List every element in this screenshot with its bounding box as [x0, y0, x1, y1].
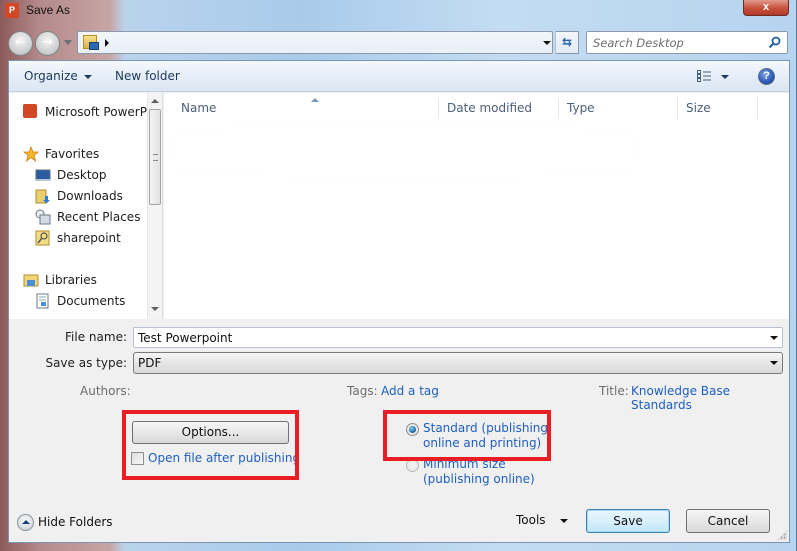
title-label: Title:	[599, 384, 629, 398]
redacted-file-area	[176, 125, 632, 177]
new-folder-button[interactable]: New folder	[115, 69, 180, 83]
powerpoint-app-icon: P	[5, 3, 19, 18]
scroll-up-arrow-icon[interactable]	[151, 99, 159, 103]
back-arrow-icon: ←	[15, 35, 26, 50]
tools-label: Tools	[516, 513, 546, 527]
address-history-dropdown[interactable]	[539, 31, 555, 54]
radio-minimum-size-label[interactable]: Minimum size (publishing online)	[423, 457, 535, 487]
window-title: Save As	[26, 3, 71, 17]
save-as-type-value: PDF	[138, 356, 162, 370]
column-header-name[interactable]: Name	[173, 97, 439, 119]
search-input[interactable]	[593, 35, 763, 50]
save-as-dialog: Organize New folder ? Microsoft PowerPo …	[8, 60, 790, 543]
tools-menu[interactable]: Tools	[516, 513, 568, 527]
refresh-icon: ⇆	[561, 35, 573, 49]
filename-label: File name:	[65, 330, 127, 344]
help-icon[interactable]: ?	[758, 68, 775, 85]
save-as-type-select[interactable]: PDF	[133, 352, 783, 374]
chevron-down-icon[interactable]	[770, 336, 778, 340]
navigation-pane-scrollbar[interactable]	[147, 93, 162, 319]
title-bar: P Save As x	[0, 0, 797, 26]
documents-icon	[36, 293, 49, 309]
add-tag-link[interactable]: Add a tag	[381, 384, 439, 398]
save-button[interactable]: Save	[586, 509, 670, 533]
back-button[interactable]: ←	[8, 31, 33, 56]
chevron-down-icon	[559, 518, 568, 523]
search-icon[interactable]	[768, 36, 781, 49]
file-list[interactable]: Name Date modified Type Size	[164, 93, 789, 319]
navigation-pane: Microsoft PowerPo Favorites Desktop Down…	[9, 93, 163, 319]
sharepoint-icon	[35, 230, 50, 246]
desktop-folder-icon	[83, 35, 99, 50]
organize-label: Organize	[24, 69, 78, 83]
column-header-type[interactable]: Type	[559, 97, 678, 119]
recent-places-icon	[35, 209, 51, 225]
downloads-folder-icon	[35, 189, 50, 204]
forward-arrow-icon: →	[42, 35, 53, 50]
tags-label: Tags:	[347, 384, 378, 398]
powerpoint-icon	[23, 104, 37, 118]
annotation-highlight-standard	[383, 410, 551, 461]
scrollbar-thumb[interactable]	[149, 109, 161, 205]
chevron-down-icon	[770, 361, 778, 365]
filename-input[interactable]	[138, 330, 758, 345]
organize-menu[interactable]: Organize	[24, 69, 92, 83]
collapse-up-icon	[17, 514, 34, 531]
filename-field[interactable]	[133, 327, 783, 348]
cancel-button[interactable]: Cancel	[686, 509, 770, 533]
star-icon	[23, 146, 39, 162]
resize-grip[interactable]	[777, 530, 787, 540]
search-box[interactable]	[586, 31, 788, 54]
recent-locations-dropdown[interactable]	[64, 40, 72, 45]
breadcrumb-chevron-icon[interactable]	[105, 39, 109, 47]
close-button[interactable]: x	[743, 0, 789, 16]
refresh-button[interactable]: ⇆	[555, 31, 579, 54]
view-options-dropdown[interactable]	[721, 75, 729, 79]
save-as-type-label: Save as type:	[45, 356, 127, 370]
column-header-date-modified[interactable]: Date modified	[439, 97, 559, 119]
command-bar: Organize New folder ?	[9, 61, 789, 92]
column-header-size[interactable]: Size	[678, 97, 758, 119]
scroll-down-arrow-icon[interactable]	[151, 307, 159, 311]
authors-label: Authors:	[80, 384, 131, 398]
address-bar[interactable]	[77, 31, 553, 54]
libraries-icon	[23, 274, 39, 287]
forward-button[interactable]: →	[35, 31, 60, 56]
title-value-link[interactable]: Knowledge Base Standards	[631, 384, 789, 412]
annotation-highlight-options	[122, 410, 299, 480]
sort-ascending-icon	[311, 98, 319, 102]
desktop-icon	[35, 169, 51, 181]
change-view-icon[interactable]	[697, 70, 711, 82]
chevron-down-icon	[83, 74, 92, 79]
